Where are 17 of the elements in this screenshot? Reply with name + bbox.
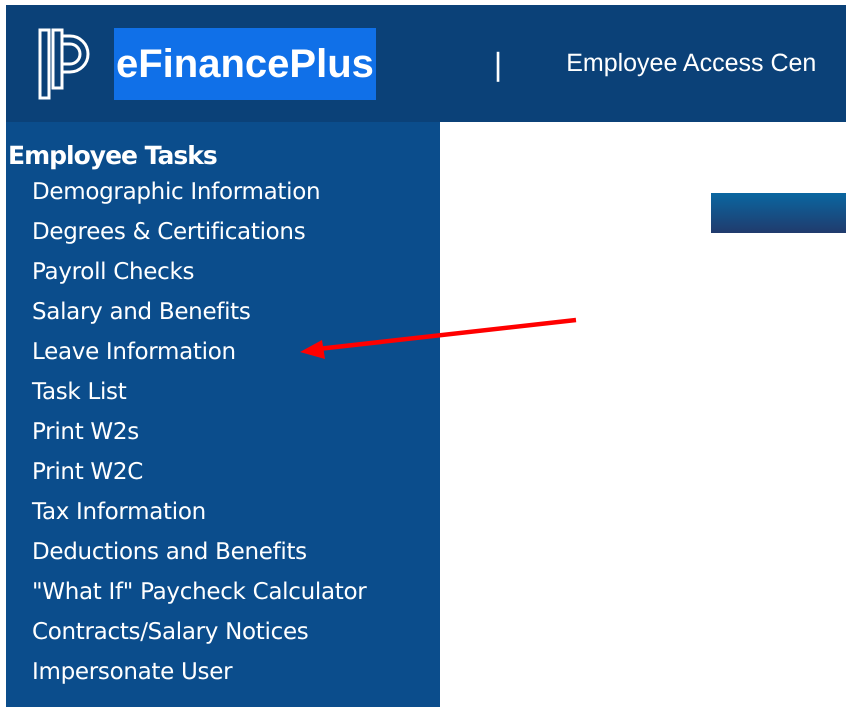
- sidebar-link[interactable]: Demographic Information: [32, 177, 320, 207]
- sidebar-link[interactable]: Degrees & Certifications: [32, 217, 306, 247]
- sidebar-link[interactable]: Deductions and Benefits: [32, 537, 307, 567]
- brand-name: eFinancePlus: [114, 28, 376, 100]
- sidebar-link[interactable]: Print W2C: [32, 457, 143, 487]
- sidebar-link[interactable]: Salary and Benefits: [32, 297, 251, 327]
- separator: |: [494, 44, 502, 84]
- sidebar-link[interactable]: "What If" Paycheck Calculator: [32, 577, 366, 607]
- sidebar-link[interactable]: Impersonate User: [32, 657, 232, 687]
- sidebar-heading: Employee Tasks: [7, 140, 217, 172]
- sidebar-link[interactable]: Contracts/Salary Notices: [32, 617, 308, 647]
- sidebar-link[interactable]: Print W2s: [32, 417, 139, 447]
- sidebar-link[interactable]: Payroll Checks: [32, 257, 194, 287]
- sidebar-link[interactable]: Tax Information: [32, 497, 206, 527]
- header-title: Employee Access Cen: [566, 48, 816, 79]
- sidebar-link[interactable]: Leave Information: [32, 337, 236, 367]
- sidebar-link[interactable]: Task List: [32, 377, 126, 407]
